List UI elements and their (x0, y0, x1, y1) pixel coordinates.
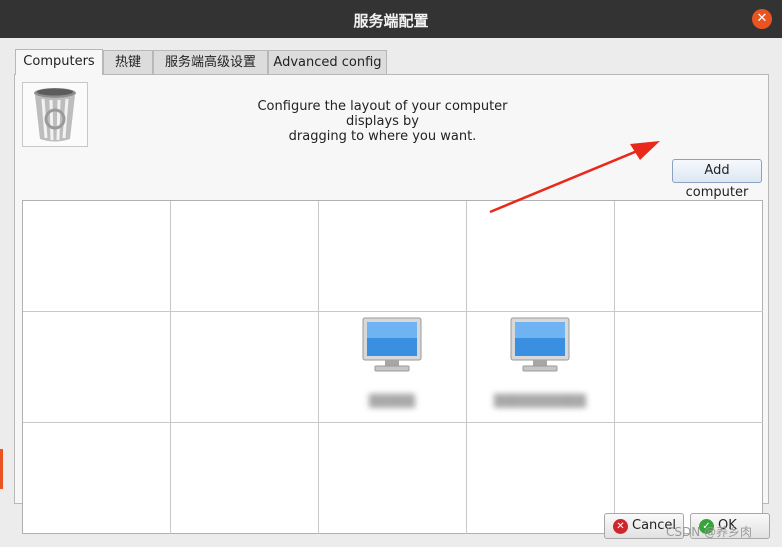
background-window-edge (0, 449, 3, 489)
grid-cell[interactable] (23, 423, 171, 534)
grid-cell[interactable] (319, 201, 467, 312)
grid-cell[interactable] (171, 201, 319, 312)
screen-client[interactable]: ▒▒▒▒▒▒▒▒▒▒ (494, 316, 586, 416)
monitor-icon (362, 317, 422, 372)
tab-advanced-server[interactable]: 服务端高级设置 (153, 50, 268, 74)
add-computer-button[interactable]: Add computer (672, 159, 762, 200)
title-bar: 服务端配置 ✕ (0, 0, 782, 38)
tab-computers[interactable]: Computers (15, 49, 103, 75)
tab-advanced-config[interactable]: Advanced config (268, 50, 387, 74)
grid-cell[interactable] (467, 201, 615, 312)
grid-cell[interactable] (615, 201, 763, 312)
computers-panel: Configure the layout of your computer di… (14, 74, 769, 534)
cancel-icon: ✕ (613, 519, 628, 534)
grid-cell[interactable] (23, 201, 171, 312)
grid-cell[interactable] (467, 423, 615, 534)
grid-cell[interactable] (615, 312, 763, 423)
grid-cell[interactable] (23, 312, 171, 423)
watermark: CSDN @养乡肉 (666, 525, 753, 539)
grid-cell[interactable] (171, 312, 319, 423)
window-title: 服务端配置 (353, 12, 429, 30)
close-icon: ✕ (756, 11, 768, 26)
trash-icon[interactable] (22, 82, 88, 147)
tab-hotkeys[interactable]: 热键 (103, 50, 153, 74)
layout-instructions: Configure the layout of your computer di… (257, 99, 508, 144)
grid-cell[interactable] (171, 423, 319, 534)
screen-layout-grid[interactable]: ▒▒▒▒▒ ▒▒▒▒▒▒▒▒▒▒ (22, 200, 763, 534)
screen-name: ▒▒▒▒▒▒▒▒▒▒ (493, 394, 587, 408)
monitor-icon (510, 317, 570, 372)
dialog-body: Computers 热键 服务端高级设置 Advanced config Con… (0, 38, 782, 547)
screen-server[interactable]: ▒▒▒▒▒ (357, 316, 427, 416)
screen-name: ▒▒▒▒▒ (368, 394, 416, 408)
grid-cell[interactable] (319, 423, 467, 534)
close-button[interactable]: ✕ (752, 9, 772, 29)
